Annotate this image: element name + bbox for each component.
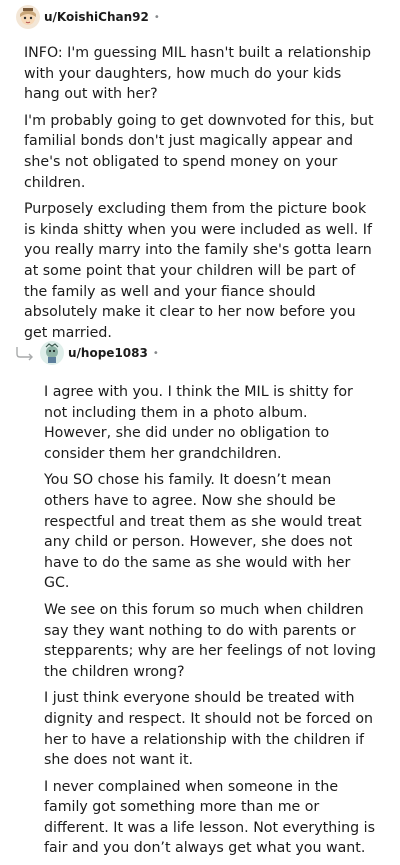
reply-arrow-icon [16, 347, 33, 361]
comment-paragraph: We see on this forum so much when childr… [44, 601, 377, 680]
comment-paragraph: You SO chose his family. It doesn’t mean… [44, 472, 362, 592]
comment-paragraph: Purposely excluding them from the pictur… [24, 201, 372, 341]
comment-hope1083: u/hope1083 • I agree with you. I think t… [0, 340, 400, 865]
comment-header: u/hope1083 • [0, 340, 400, 366]
username[interactable]: u/hope1083 [68, 346, 148, 360]
comment-paragraph: I just think everyone should be treated … [44, 690, 373, 769]
comment-paragraph: I never complained when someone in the f… [44, 778, 375, 857]
comment-body: INFO: I'm guessing MIL hasn't built a re… [24, 43, 379, 343]
avatar[interactable] [16, 5, 40, 29]
comment-body: I agree with you. I think the MIL is shi… [44, 382, 379, 859]
comment-paragraph: I'm probably going to get downvoted for … [24, 112, 374, 191]
comment-paragraph: INFO: I'm guessing MIL hasn't built a re… [24, 45, 371, 103]
meta-separator: • [152, 347, 159, 359]
comment-paragraph: I agree with you. I think the MIL is shi… [44, 384, 353, 462]
meta-separator: • [153, 11, 160, 23]
comment-koishichan92: u/KoishiChan92 • INFO: I'm guessing MIL … [0, 4, 400, 349]
comment-header: u/KoishiChan92 • [0, 4, 400, 30]
avatar[interactable] [40, 341, 64, 365]
username[interactable]: u/KoishiChan92 [44, 10, 149, 24]
